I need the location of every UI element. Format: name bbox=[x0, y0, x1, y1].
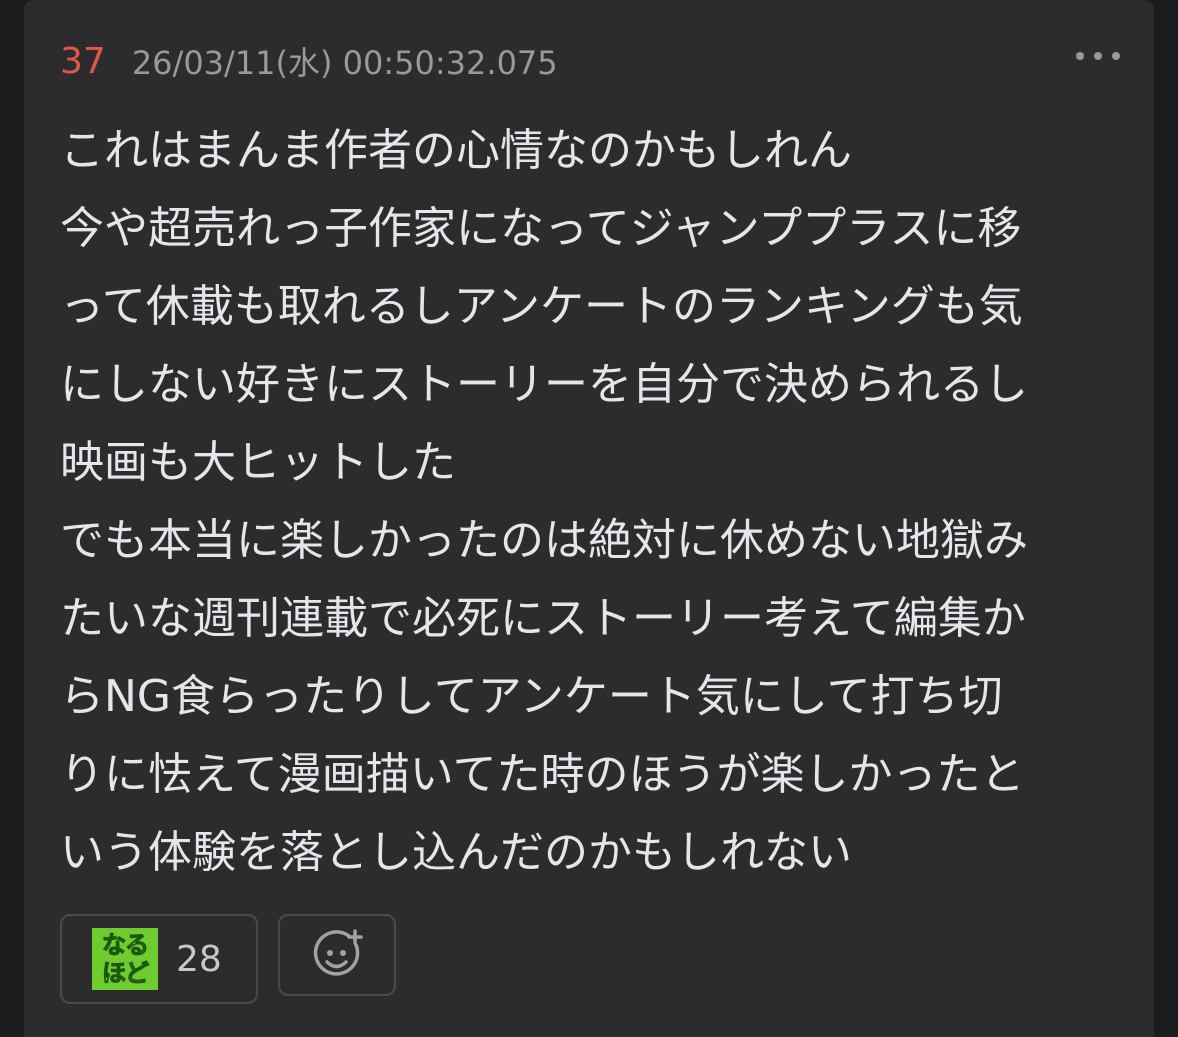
post-body: これはまんま作者の心情なのかもしれん 今や超売れっ子作家になってジャンププラスに… bbox=[60, 112, 1130, 892]
post-body-line: りに怯えて漫画描いてた時のほうが楽しかったと bbox=[60, 749, 1025, 800]
naruhodo-stamp-icon: なる ほど bbox=[92, 928, 158, 990]
add-reaction-button[interactable] bbox=[278, 914, 396, 996]
post-body-line: たいな週刊連載で必死にストーリー考えて編集か bbox=[60, 593, 1026, 644]
post-header: 37 26/03/11(水) 00:50:32.075 bbox=[60, 36, 558, 86]
post-body-line: 今や超売れっ子作家になってジャンププラスに移 bbox=[60, 203, 1022, 254]
post-card: 37 26/03/11(水) 00:50:32.075 これはまんま作者の心情な… bbox=[24, 0, 1154, 1037]
add-reaction-smiley-icon bbox=[313, 929, 363, 976]
post-body-line: にしない好きにストーリーを自分で決められるし bbox=[60, 359, 1028, 410]
post-body-line: 映画も大ヒットした bbox=[60, 437, 456, 488]
stamp-text-line2: ほど bbox=[102, 959, 150, 988]
reaction-bar: なる ほど 28 bbox=[60, 914, 396, 1004]
reaction-naruhodo-button[interactable]: なる ほど 28 bbox=[60, 914, 258, 1004]
more-horizontal-icon bbox=[1076, 52, 1120, 60]
post-body-line: いう体験を落とし込んだのかもしれない bbox=[60, 827, 852, 878]
post-body-line: らNG食らったりしてアンケート気にして打ち切 bbox=[60, 671, 1003, 722]
post-body-line: って休載も取れるしアンケートのランキングも気 bbox=[60, 281, 1023, 332]
reaction-count: 28 bbox=[176, 938, 222, 980]
more-options-button[interactable] bbox=[1076, 44, 1120, 68]
post-body-line: でも本当に楽しかったのは絶対に休めない地獄み bbox=[60, 515, 1028, 566]
stamp-text-line1: なる bbox=[102, 931, 150, 960]
post-body-line: これはまんま作者の心情なのかもしれん bbox=[60, 125, 852, 176]
post-number[interactable]: 37 bbox=[60, 41, 106, 82]
post-timestamp: 26/03/11(水) 00:50:32.075 bbox=[131, 44, 558, 82]
